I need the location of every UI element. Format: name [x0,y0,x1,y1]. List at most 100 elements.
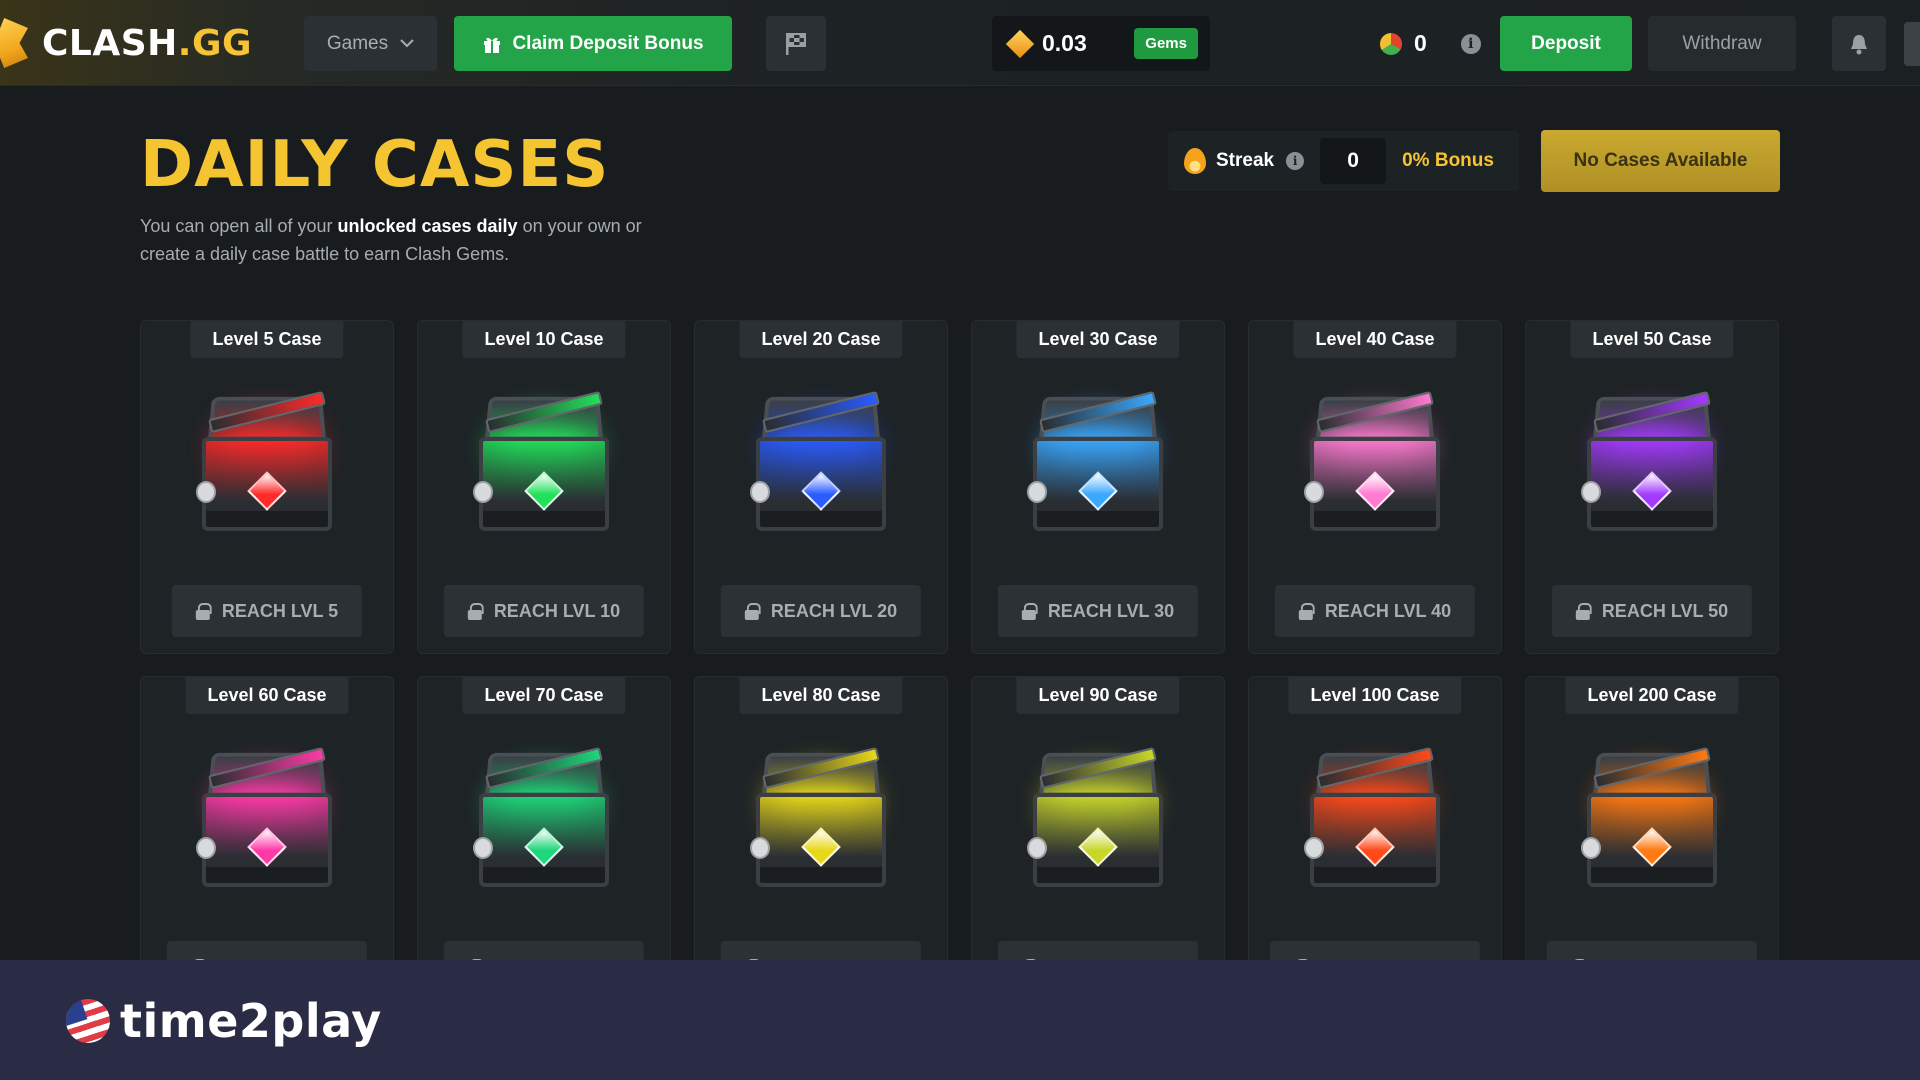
reach-level-label: REACH LVL 5 [221,600,339,621]
top-bar: CLASH.GG Games Claim Deposit Bonus 0.03 … [0,0,1920,86]
case-card[interactable]: Level 90 Case REACH LVL 90 [971,676,1225,960]
brand-text: time2play [120,994,382,1048]
case-card[interactable]: Level 100 Case REACH LVL 100 [1248,676,1502,960]
notifications-button[interactable] [1832,16,1886,71]
padlock-icon [1304,481,1324,503]
padlock-icon [473,481,493,503]
case-chest-image [1027,746,1163,887]
reach-level-button[interactable]: REACH LVL 80 [720,941,922,960]
padlock-icon [473,837,493,859]
padlock-icon [1027,481,1047,503]
case-card[interactable]: Level 200 Case REACH LVL 200 [1525,676,1779,960]
reach-level-label: REACH LVL 30 [1047,600,1175,621]
flame-icon [1184,148,1206,174]
chevron-down-icon [400,39,414,48]
reach-level-button[interactable]: REACH LVL 10 [443,585,645,637]
reach-level-button[interactable]: REACH LVL 30 [997,585,1199,637]
case-chest-image [750,746,886,887]
padlock-icon [196,837,216,859]
reach-level-button[interactable]: REACH LVL 60 [166,941,368,960]
us-flag-icon [60,993,116,1049]
reach-level-button[interactable]: REACH LVL 70 [443,941,645,960]
reach-level-label: REACH LVL 20 [770,600,898,621]
withdraw-button[interactable]: Withdraw [1648,16,1796,71]
case-title: Level 90 Case [1016,677,1180,714]
gems-currency-toggle[interactable]: Gems [1134,28,1198,59]
case-grid: Level 5 Case REACH LVL 5 Level 10 Case R… [140,320,1780,960]
logo-text: CLASH.GG [42,22,253,64]
padlock-icon [196,481,216,503]
reach-level-button[interactable]: REACH LVL 200 [1546,941,1758,960]
case-chest-image [473,390,609,531]
case-card[interactable]: Level 40 Case REACH LVL 40 [1248,320,1502,654]
case-card[interactable]: Level 80 Case REACH LVL 80 [694,676,948,960]
case-title: Level 20 Case [739,321,903,358]
case-title: Level 200 Case [1565,677,1739,714]
claim-label: Claim Deposit Bonus [512,32,704,54]
case-chest-image [1304,746,1440,887]
streak-label: Streak [1216,150,1275,171]
coin-balance-value: 0 [1414,30,1427,56]
case-title: Level 30 Case [1016,321,1180,358]
padlock-icon [1581,481,1601,503]
games-label: Games [326,32,389,54]
games-dropdown[interactable]: Games [304,16,437,71]
reach-level-button[interactable]: REACH LVL 40 [1274,585,1476,637]
streak-info-icon[interactable]: i [1286,152,1305,170]
deposit-button[interactable]: Deposit [1500,16,1632,71]
padlock-icon [750,481,770,503]
case-card[interactable]: Level 20 Case REACH LVL 20 [694,320,948,654]
case-title: Level 5 Case [190,321,344,358]
gem-wallet: 0.03 Gems [992,16,1210,71]
case-title: Level 40 Case [1293,321,1457,358]
case-chest-image [196,390,332,531]
page-title: DAILY CASES [140,128,610,202]
lock-icon [195,603,212,620]
page-description: You can open all of your unlocked cases … [140,216,642,264]
reach-level-button[interactable]: REACH LVL 90 [997,941,1199,960]
reach-level-label: REACH LVL 10 [493,600,621,621]
bell-icon [1851,34,1867,54]
case-card[interactable]: Level 70 Case REACH LVL 70 [417,676,671,960]
streak-panel: Streak i 0 0% Bonus [1168,131,1519,191]
case-card[interactable]: Level 30 Case REACH LVL 30 [971,320,1225,654]
case-title: Level 60 Case [185,677,349,714]
case-title: Level 100 Case [1288,677,1462,714]
time2play-logo: time2play [60,993,382,1049]
case-card[interactable]: Level 10 Case REACH LVL 10 [417,320,671,654]
races-button[interactable] [766,16,826,71]
site-logo[interactable]: CLASH.GG [0,16,252,70]
logo-icon [0,18,28,68]
claim-deposit-bonus-button[interactable]: Claim Deposit Bonus [454,16,732,71]
padlock-icon [750,837,770,859]
reach-level-button[interactable]: REACH LVL 5 [171,585,363,637]
case-title: Level 70 Case [462,677,626,714]
reach-level-button[interactable]: REACH LVL 50 [1551,585,1753,637]
reach-level-button[interactable]: REACH LVL 20 [720,585,922,637]
reach-level-label: REACH LVL 50 [1601,600,1729,621]
case-card[interactable]: Level 50 Case REACH LVL 50 [1525,320,1779,654]
lock-icon [1575,603,1592,620]
gem-balance: 0.03 [1042,30,1087,56]
streak-bonus: 0% Bonus [1402,150,1494,171]
no-cases-available-button[interactable]: No Cases Available [1541,130,1780,192]
case-chest-image [473,746,609,887]
case-card[interactable]: Level 60 Case REACH LVL 60 [140,676,394,960]
case-chest-image [196,746,332,887]
info-icon[interactable]: i [1460,33,1481,54]
case-title: Level 80 Case [739,677,903,714]
lock-icon [744,603,761,620]
case-card[interactable]: Level 5 Case REACH LVL 5 [140,320,394,654]
padlock-icon [1304,837,1324,859]
case-chest-image [750,390,886,531]
case-chest-image [1581,390,1717,531]
case-chest-image [1304,390,1440,531]
side-panel-toggle[interactable] [1904,22,1920,66]
case-chest-image [1027,390,1163,531]
reach-level-button[interactable]: REACH LVL 100 [1269,941,1481,960]
coin-balance: 0 i [1380,16,1481,71]
gem-icon [1005,29,1035,58]
lock-icon [467,603,484,620]
padlock-icon [1581,837,1601,859]
checkered-flag-icon [786,32,806,55]
